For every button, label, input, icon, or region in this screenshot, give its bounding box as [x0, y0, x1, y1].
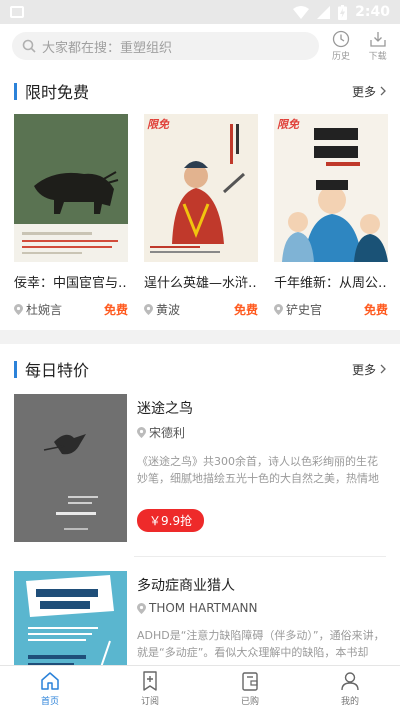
- book-author: 宋德利: [149, 426, 186, 440]
- search-icon: [22, 39, 36, 53]
- book-author: 黄波: [156, 303, 181, 317]
- book-cover[interactable]: 限免: [274, 114, 388, 262]
- tab-label: 订阅: [140, 697, 159, 707]
- book-cover[interactable]: [14, 571, 127, 665]
- chevron-right-icon: [380, 86, 386, 96]
- content-scroll[interactable]: 限时免费 更多 限免: [0, 68, 400, 665]
- tab-profile[interactable]: 我的: [300, 666, 400, 711]
- clock: 2:40: [355, 4, 390, 20]
- cover-art-bird: [14, 394, 127, 542]
- battery-icon: [338, 4, 348, 20]
- chevron-right-icon: [380, 364, 386, 374]
- cover-art-ox: [14, 114, 128, 262]
- user-icon: [341, 672, 359, 691]
- book-description: ADHD是“注意力缺陷障碍（伴多动）”，通俗来讲，就是“多动症”。看似大众理解中…: [137, 629, 385, 659]
- cover-art-hunter: [14, 571, 127, 665]
- more-button[interactable]: 更多: [352, 361, 386, 378]
- cover-art-figures: [282, 128, 388, 262]
- tab-label: 我的: [340, 697, 359, 707]
- signal-icon: [317, 5, 331, 19]
- free-book-card[interactable]: 限免 佞幸：中国宦官与…: [14, 114, 128, 318]
- book-price: 免费: [363, 303, 388, 317]
- bookmark-plus-icon: [143, 671, 157, 691]
- download-label: 下载: [368, 52, 387, 62]
- tab-label: 首页: [40, 697, 59, 707]
- book-description: 《迷途之鸟》共300余首，诗人以色彩绚丽的生花妙笔，细腻地描绘五光十色的大自然之…: [137, 455, 379, 485]
- wallet-icon: [242, 672, 258, 691]
- book-title: 逞什么英雄—水浒…: [144, 276, 258, 291]
- book-cover[interactable]: 限免: [144, 114, 258, 262]
- book-title: 佞幸：中国宦官与…: [14, 276, 128, 291]
- wifi-icon: [293, 5, 310, 19]
- tab-purchased[interactable]: 已购: [200, 666, 300, 711]
- download-button[interactable]: 下载: [363, 30, 392, 62]
- clock-icon: [332, 30, 350, 48]
- tab-label: 已购: [240, 697, 259, 707]
- book-cover[interactable]: [14, 394, 127, 542]
- free-book-list: 限免 佞幸：中国宦官与…: [0, 114, 400, 318]
- buy-button[interactable]: ￥9.9抢: [137, 509, 205, 532]
- location-pin-icon: [137, 427, 146, 438]
- divider: [134, 556, 386, 557]
- tab-subscribe[interactable]: 订阅: [100, 666, 200, 711]
- location-pin-icon: [274, 304, 283, 315]
- deal-book-card[interactable]: 多动症商业猎人 THOM HARTMANN ADHD是“注意力缺陷障碍（伴多动）…: [0, 571, 400, 665]
- book-title: 多动症商业猎人: [137, 578, 235, 594]
- location-pin-icon: [144, 304, 153, 315]
- book-title: 迷途之鸟: [137, 401, 193, 417]
- history-button[interactable]: 历史: [327, 30, 356, 62]
- section-title: 每日特价: [14, 357, 89, 381]
- download-icon: [370, 32, 386, 47]
- status-bar: 2:40: [0, 0, 400, 24]
- bottom-tab-bar: 首页 订阅 已购 我的: [0, 665, 400, 711]
- gallery-notification-icon: [10, 6, 24, 18]
- book-price: 免费: [233, 303, 258, 317]
- free-book-card[interactable]: 限免 千年维新：从周公… 铲史官 免费: [274, 114, 388, 318]
- tab-home[interactable]: 首页: [0, 666, 100, 711]
- book-cover[interactable]: 限免: [14, 114, 128, 262]
- book-price: 免费: [103, 303, 128, 317]
- location-pin-icon: [137, 602, 146, 614]
- location-pin-icon: [14, 304, 23, 315]
- title-accent-bar: [14, 360, 17, 378]
- book-title: 千年维新：从周公…: [274, 276, 388, 291]
- search-placeholder: 大家都在搜：重塑组织: [42, 40, 173, 56]
- section-title: 限时免费: [14, 79, 89, 103]
- more-button[interactable]: 更多: [352, 83, 386, 100]
- free-section: 限时免费 更多 限免: [0, 68, 400, 330]
- daily-section: 每日特价 更多 迷途之鸟 宋德利 《迷途之鸟》共300余首，诗人以色彩绚丽的生花…: [0, 344, 400, 665]
- search-input[interactable]: 大家都在搜：重塑组织: [12, 32, 319, 60]
- cover-art-warrior: [150, 124, 246, 253]
- book-author: 铲史官: [286, 303, 323, 317]
- title-accent-bar: [14, 82, 17, 100]
- book-author: 杜婉言: [26, 303, 63, 317]
- deal-book-card[interactable]: 迷途之鸟 宋德利 《迷途之鸟》共300余首，诗人以色彩绚丽的生花妙笔，细腻地描绘…: [0, 394, 400, 556]
- section-gap: [0, 330, 400, 344]
- free-book-card[interactable]: 限免 逞什么英雄—水浒… 黄波 免费: [144, 114, 258, 318]
- home-icon: [41, 672, 59, 690]
- top-bar: 大家都在搜：重塑组织 历史 下载: [0, 24, 400, 68]
- history-label: 历史: [332, 52, 351, 62]
- book-author: THOM HARTMANN: [149, 601, 258, 615]
